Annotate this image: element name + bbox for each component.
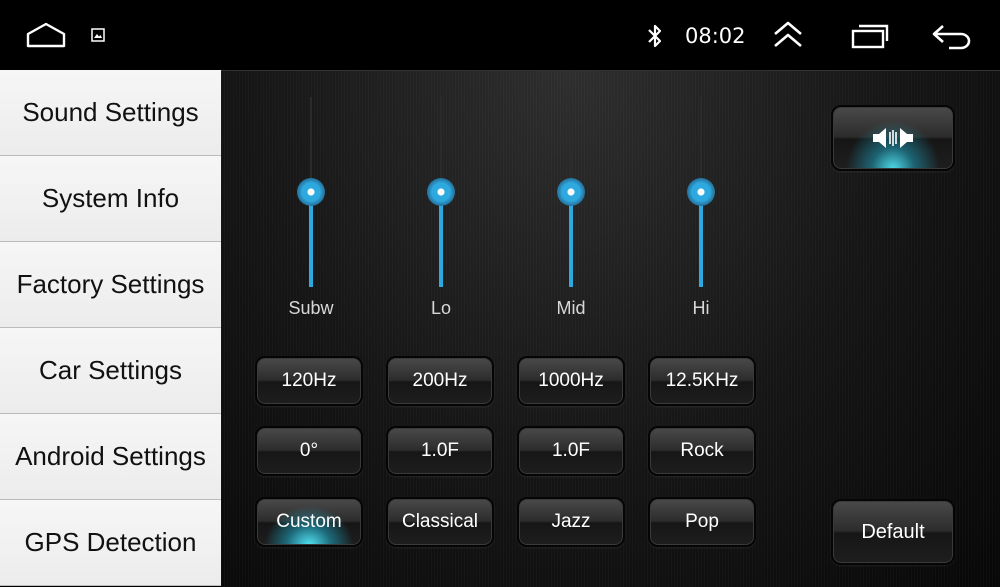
- speaker-balance-button[interactable]: [831, 105, 955, 171]
- default-button[interactable]: Default: [831, 499, 955, 565]
- back-icon[interactable]: [929, 22, 973, 50]
- slider-fill: [699, 192, 703, 287]
- high-frequency-button[interactable]: 12.5KHz: [648, 356, 756, 406]
- preset-pop-button[interactable]: Pop: [648, 497, 756, 547]
- equalizer-panel: Subw Lo Mid Hi 120Hz 200Hz 1000Hz 12.5KH…: [221, 70, 1000, 587]
- sound-style-button[interactable]: Rock: [648, 426, 756, 476]
- slider-fill: [569, 192, 573, 287]
- low-q-factor-button[interactable]: 1.0F: [386, 426, 494, 476]
- slider-thumb[interactable]: [687, 178, 715, 206]
- slider-fill: [309, 192, 313, 287]
- bluetooth-icon: [648, 24, 662, 48]
- mid-label: Mid: [556, 298, 586, 318]
- clock: 08:02: [685, 24, 746, 48]
- preset-jazz-button[interactable]: Jazz: [517, 497, 625, 547]
- high-label: Hi: [692, 298, 710, 318]
- expand-up-icon[interactable]: [771, 20, 805, 50]
- slider-thumb[interactable]: [427, 178, 455, 206]
- sidebar-item-gps-detection[interactable]: GPS Detection: [0, 500, 221, 586]
- subwoofer-frequency-button[interactable]: 120Hz: [255, 356, 363, 406]
- settings-sidebar: Sound Settings System Info Factory Setti…: [0, 70, 221, 586]
- subwoofer-slider[interactable]: [294, 97, 328, 287]
- recent-apps-icon[interactable]: [850, 22, 890, 50]
- subwoofer-phase-button[interactable]: 0°: [255, 426, 363, 476]
- mid-frequency-button[interactable]: 1000Hz: [517, 356, 625, 406]
- sidebar-item-android-settings[interactable]: Android Settings: [0, 414, 221, 500]
- preset-custom-button[interactable]: Custom: [255, 497, 363, 547]
- preset-classical-button[interactable]: Classical: [386, 497, 494, 547]
- high-slider[interactable]: [684, 97, 718, 287]
- mid-q-factor-button[interactable]: 1.0F: [517, 426, 625, 476]
- slider-fill: [439, 192, 443, 287]
- low-frequency-button[interactable]: 200Hz: [386, 356, 494, 406]
- mid-slider[interactable]: [554, 97, 588, 287]
- sidebar-item-sound-settings[interactable]: Sound Settings: [0, 70, 221, 156]
- status-bar: 08:02: [0, 0, 1000, 70]
- slider-thumb[interactable]: [557, 178, 585, 206]
- speaker-balance-icon: [873, 128, 913, 148]
- sidebar-item-factory-settings[interactable]: Factory Settings: [0, 242, 221, 328]
- subwoofer-label: Subw: [288, 298, 334, 318]
- low-slider[interactable]: [424, 97, 458, 287]
- gallery-icon: [91, 28, 105, 42]
- sidebar-item-system-info[interactable]: System Info: [0, 156, 221, 242]
- low-label: Lo: [430, 298, 452, 318]
- home-icon[interactable]: [26, 22, 66, 48]
- slider-thumb[interactable]: [297, 178, 325, 206]
- sidebar-item-car-settings[interactable]: Car Settings: [0, 328, 221, 414]
